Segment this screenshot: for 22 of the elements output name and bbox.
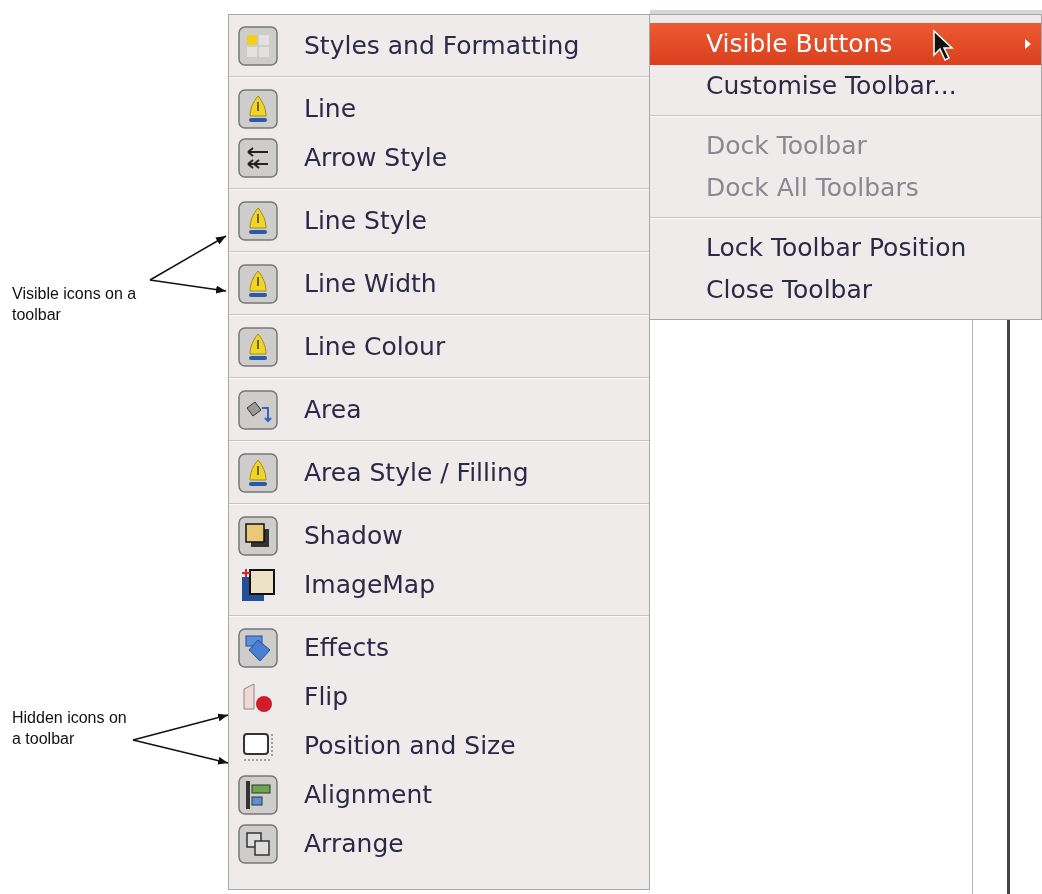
menu-item[interactable]: Alignment (304, 780, 433, 809)
menu-item[interactable]: ImageMap (304, 570, 436, 599)
menu-item[interactable]: Line Width (304, 269, 437, 298)
menu-item[interactable]: Arrow Style (304, 143, 448, 172)
menu-item[interactable]: Area Style / Filling (304, 458, 529, 487)
menu-item[interactable]: Arrange (304, 829, 404, 858)
menu-item[interactable]: Shadow (304, 521, 403, 550)
menu-item[interactable]: Line (304, 94, 357, 123)
annotation-text: Visible icons on a toolbar (12, 284, 138, 325)
menu-item[interactable]: Position and Size (304, 731, 516, 760)
menu-item[interactable]: Line Colour (304, 332, 446, 361)
menu-item[interactable]: Styles and Formatting (304, 31, 580, 60)
mouse-cursor-icon (932, 29, 956, 63)
menu-item[interactable]: Customise Toolbar... (650, 65, 1041, 107)
menu-item[interactable]: Area (304, 395, 362, 424)
menu-item[interactable]: Lock Toolbar Position (650, 227, 1041, 269)
menu-item[interactable]: Line Style (304, 206, 427, 235)
annotation-text: Hidden icons on a toolbar (12, 708, 128, 749)
menu-item[interactable]: Visible Buttons (650, 23, 1041, 65)
menu-item[interactable]: Close Toolbar (650, 269, 1041, 311)
menu-item[interactable]: Effects (304, 633, 389, 662)
menu-item[interactable]: Flip (304, 682, 349, 711)
